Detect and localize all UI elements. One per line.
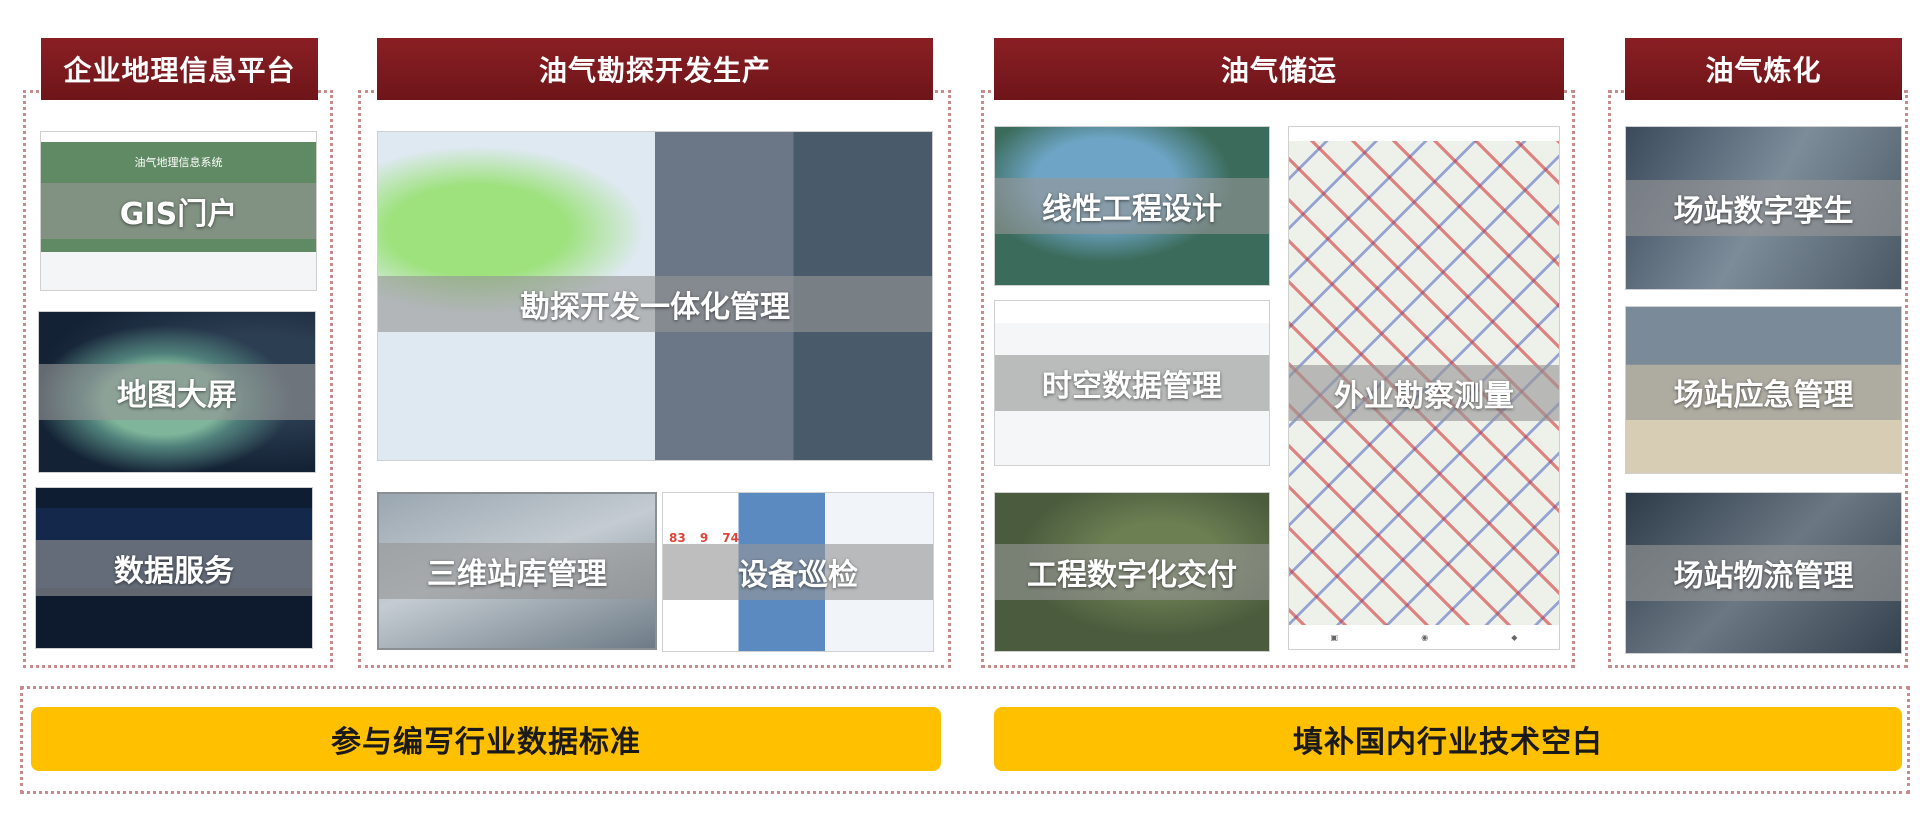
tile-label-station-logistics: 场站物流管理	[1673, 559, 1854, 594]
tile-label-station-3d: 三维站库管理	[427, 557, 607, 592]
header-refining: 油气炼化	[1625, 38, 1902, 100]
tile-label-map-bigscreen: 地图大屏	[117, 378, 237, 413]
gis-portal-system-title: 油气地理信息系统	[134, 156, 223, 169]
tile-map-bigscreen[interactable]: 地图大屏	[38, 311, 316, 473]
tile-station-3d[interactable]: 三维站库管理	[377, 492, 657, 650]
tile-station-emergency[interactable]: 场站应急管理	[1625, 306, 1902, 474]
patrol-stat-3: 74	[722, 531, 739, 545]
tile-label-digital-delivery: 工程数字化交付	[1027, 558, 1237, 593]
tile-label-equipment-patrol: 设备巡检	[738, 558, 858, 593]
patrol-stat-2: 9	[699, 531, 709, 545]
nav-icon-2: ◉	[1421, 632, 1429, 642]
header-exploration: 油气勘探开发生产	[377, 38, 933, 100]
tile-label-gis-portal: GIS门户	[119, 197, 238, 232]
tile-label-data-service: 数据服务	[114, 554, 234, 589]
tile-label-field-survey: 外业勘察测量	[1334, 379, 1514, 414]
header-enterprise-gis: 企业地理信息平台	[41, 38, 318, 100]
banner-tech-gap: 填补国内行业技术空白	[994, 707, 1902, 771]
tile-label-explore-integrated: 勘探开发一体化管理	[520, 290, 790, 325]
tile-station-logistics[interactable]: 场站物流管理	[1625, 492, 1902, 654]
tile-gis-portal[interactable]: 油气地理信息系统 GIS门户	[40, 131, 317, 291]
nav-icon-3: ◆	[1511, 632, 1518, 642]
tile-data-service[interactable]: 数据服务	[35, 487, 313, 649]
nav-icon-1: ▣	[1330, 632, 1339, 642]
patrol-stats: 83 9 74	[669, 531, 739, 545]
tile-equipment-patrol[interactable]: 83 9 74 设备巡检	[662, 492, 934, 652]
tile-field-survey[interactable]: 外业勘察测量 ▣ ◉ ◆	[1288, 126, 1560, 650]
tile-label-station-twin: 场站数字孪生	[1673, 194, 1854, 229]
tile-label-linear-design: 线性工程设计	[1042, 192, 1222, 227]
survey-top-bar	[1289, 127, 1559, 141]
tile-station-twin[interactable]: 场站数字孪生	[1625, 126, 1902, 290]
survey-bottom-nav: ▣ ◉ ◆	[1289, 625, 1559, 649]
banner-industry-standard: 参与编写行业数据标准	[31, 707, 941, 771]
tile-digital-delivery[interactable]: 工程数字化交付	[994, 492, 1270, 652]
header-storage: 油气储运	[994, 38, 1564, 100]
tile-linear-design[interactable]: 线性工程设计	[994, 126, 1270, 286]
tile-label-station-emergency: 场站应急管理	[1673, 378, 1854, 413]
tile-spatiotemporal[interactable]: 时空数据管理	[994, 300, 1270, 466]
tile-label-spatiotemporal: 时空数据管理	[1042, 369, 1222, 404]
patrol-stat-1: 83	[669, 531, 686, 545]
tile-explore-integrated[interactable]: 勘探开发一体化管理	[377, 131, 933, 461]
